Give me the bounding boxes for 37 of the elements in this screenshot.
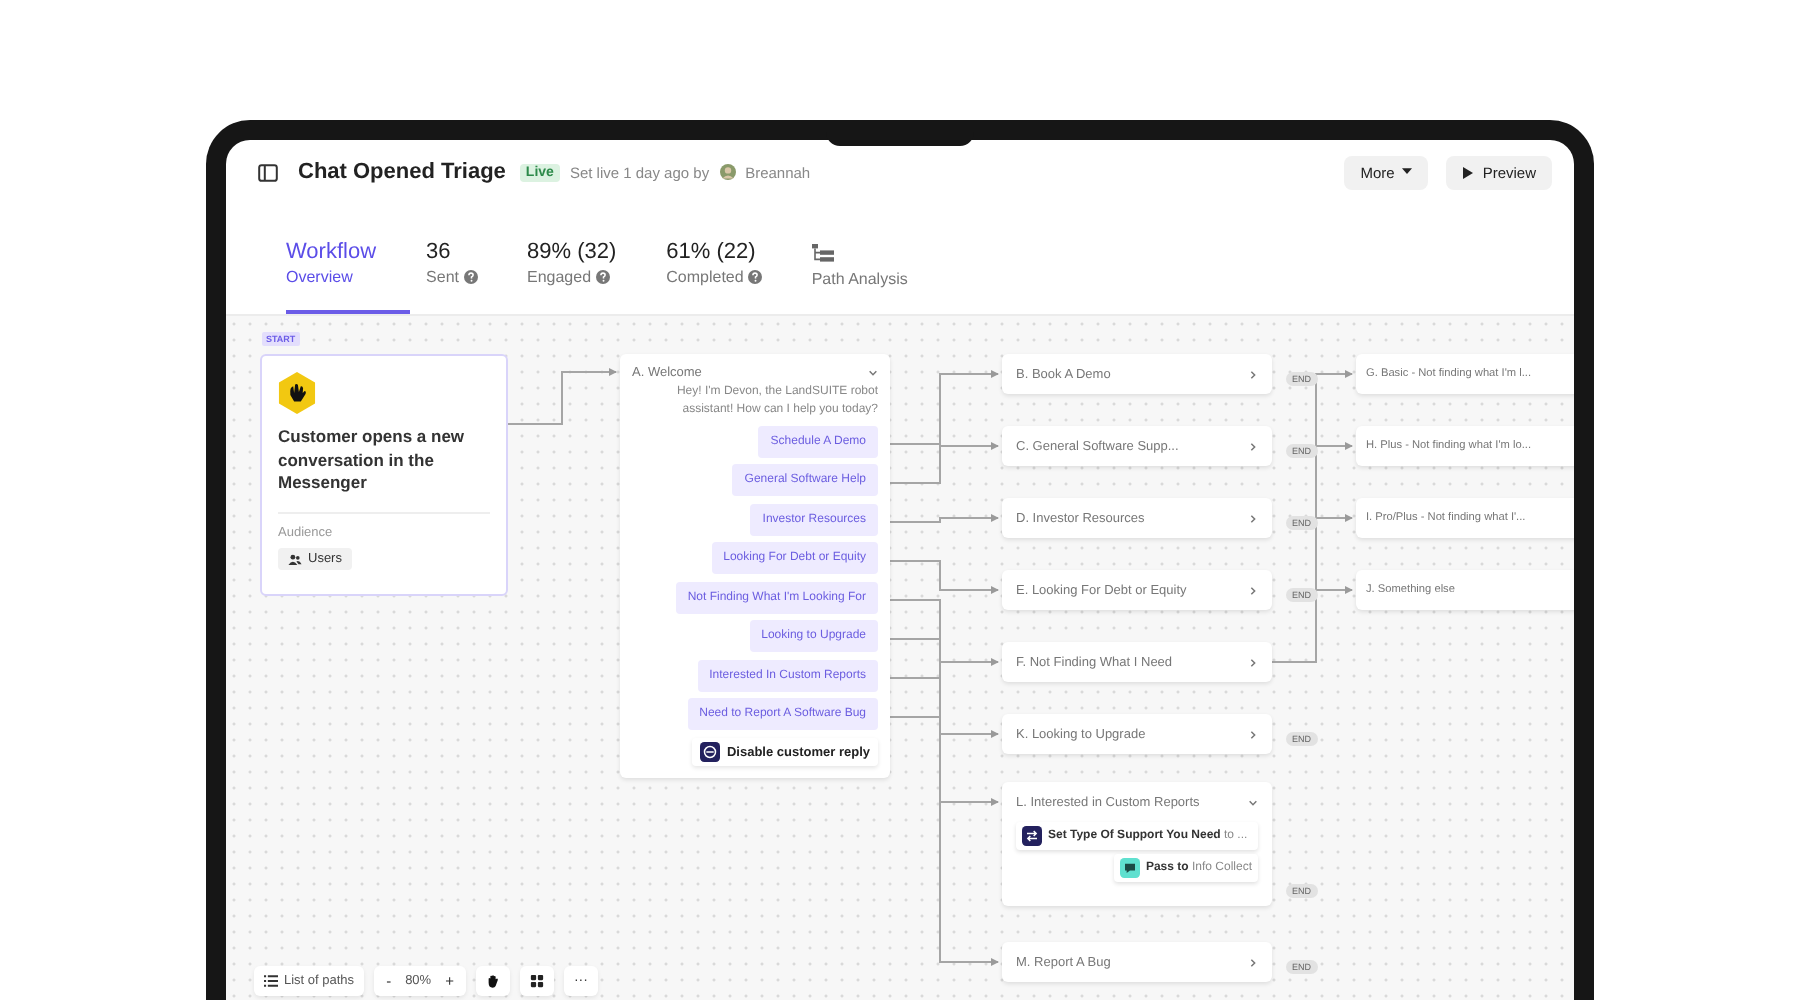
connector-arrow [889, 560, 999, 594]
users-icon [288, 553, 302, 565]
sidebar-toggle-icon[interactable] [258, 163, 278, 181]
pan-tool-button[interactable] [475, 966, 510, 996]
connector-arrow [507, 368, 617, 425]
help-icon [595, 270, 610, 284]
chevron-icon[interactable] [1248, 369, 1258, 379]
chevron-icon[interactable] [868, 367, 878, 377]
chevron-icon[interactable] [1248, 657, 1258, 667]
tab[interactable]: 89% (32) Engaged [527, 240, 651, 314]
help-icon [463, 270, 477, 284]
play-icon [1462, 165, 1475, 179]
chevron-icon[interactable] [1248, 797, 1258, 807]
caret-icon [1402, 168, 1413, 176]
workflow-title: Chat Opened Triage [298, 160, 506, 184]
tab[interactable]: 36 Sent [426, 240, 511, 314]
list-icon [264, 974, 278, 988]
blocked-icon [700, 742, 721, 762]
tab[interactable]: Path Analysis [811, 240, 942, 314]
chevron-icon[interactable] [1248, 957, 1258, 967]
path-analysis-icon [811, 244, 834, 262]
swap-arrows-icon [1022, 826, 1042, 846]
hand-icon [485, 974, 500, 988]
grid-view-button[interactable] [519, 966, 554, 996]
grid-icon [529, 974, 544, 988]
avatar-icon [719, 164, 736, 180]
chevron-icon[interactable] [1248, 513, 1258, 523]
chevron-icon[interactable] [1248, 441, 1258, 451]
tab[interactable]: 61% (22) Completed [666, 240, 796, 314]
chevron-icon[interactable] [1248, 585, 1258, 595]
help-icon [747, 270, 762, 284]
connector-arrow [889, 514, 999, 523]
chat-bubble-icon [1119, 858, 1140, 878]
message-card[interactable] [620, 354, 890, 778]
hexagon-hand-icon [278, 372, 316, 414]
chevron-icon[interactable] [1248, 729, 1258, 739]
trigger-text: Customer opens a new conversation in the Messenger [278, 426, 490, 513]
